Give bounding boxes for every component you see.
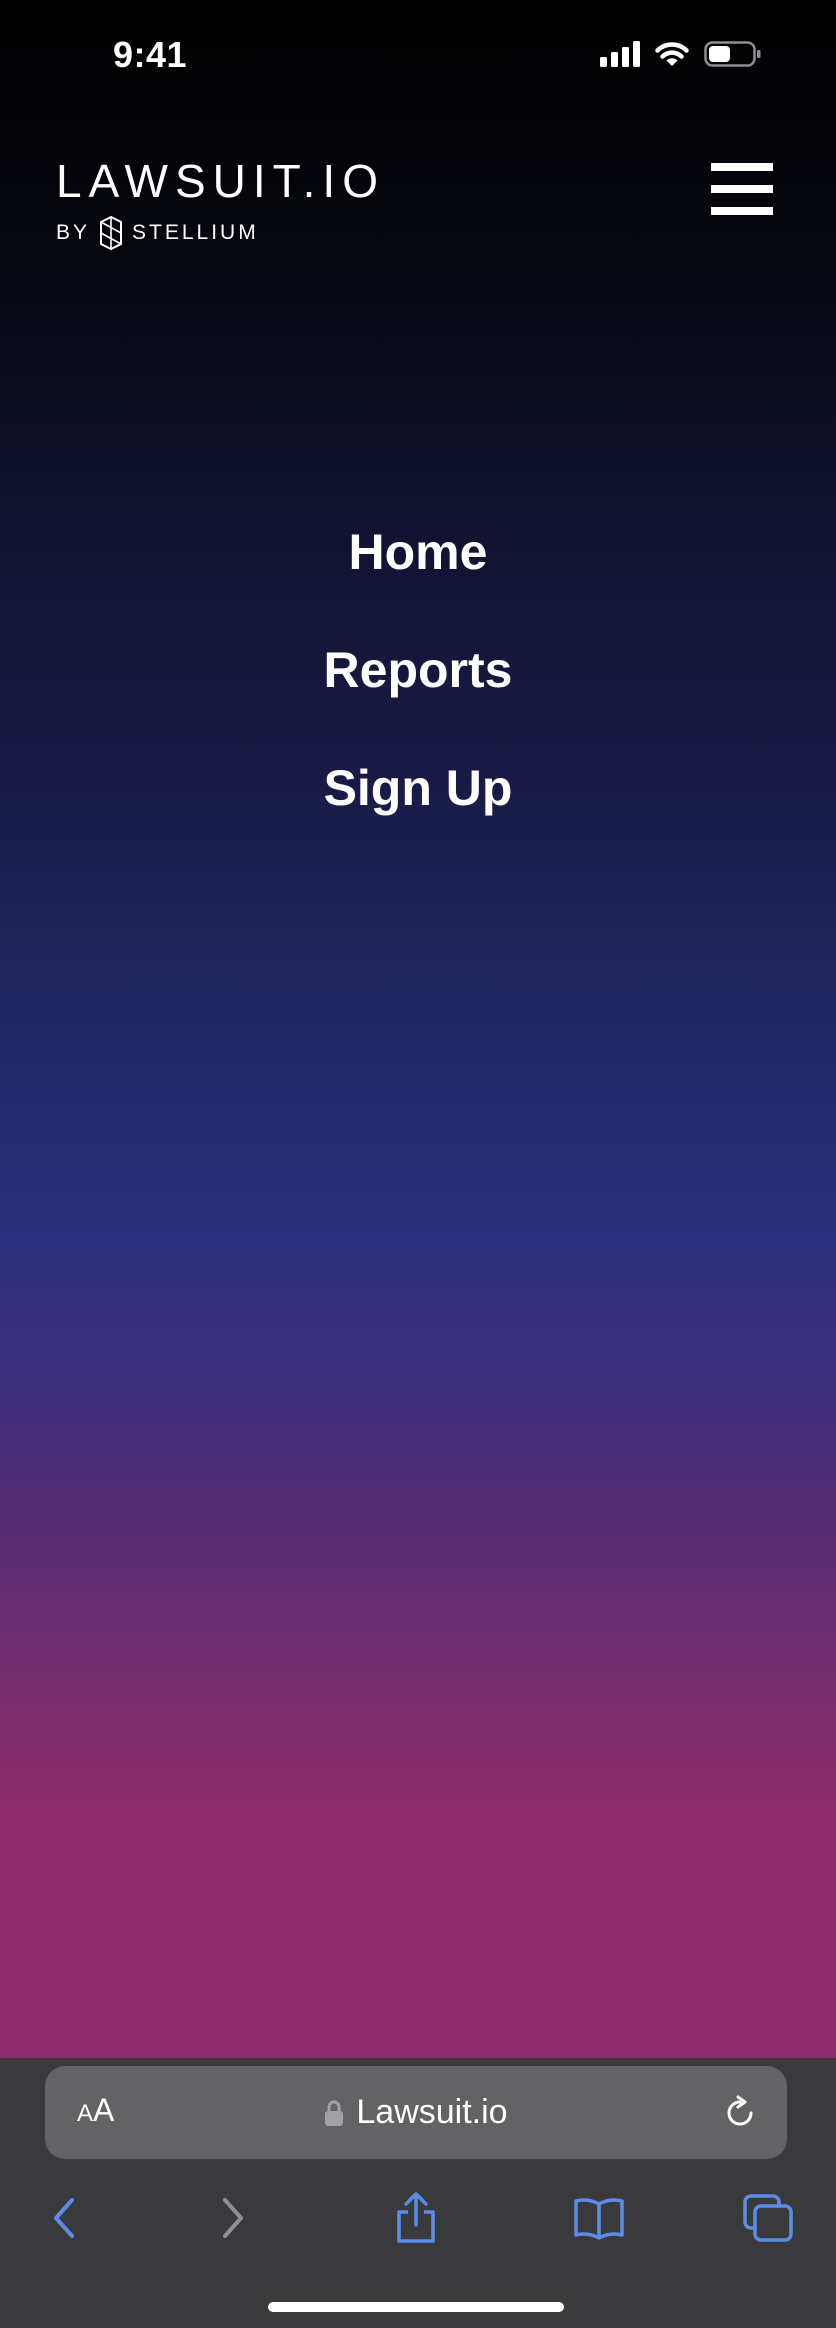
url-text: Lawsuit.io [356,2093,508,2131]
forward-icon [223,2198,243,2238]
battery-icon [704,41,761,67]
nav-link-reports[interactable]: Reports [0,618,836,736]
app-screen: 9:41 LAWSUIT.IO BY STELLIUM Home Reports… [0,0,836,2058]
logo-subtitle: BY STELLIUM [56,215,385,251]
status-time: 9:41 [113,34,188,75]
browser-chrome: AA Lawsuit.io [0,2058,836,2328]
browser-toolbar [0,2188,836,2268]
nav-link-home[interactable]: Home [0,500,836,618]
main-navigation: Home Reports Sign Up [0,500,836,854]
site-logo[interactable]: LAWSUIT.IO BY STELLIUM [56,155,385,251]
hamburger-menu-icon[interactable] [711,163,773,215]
wifi-icon [655,42,689,66]
back-button[interactable] [35,2188,95,2248]
url-display: Lawsuit.io [45,2066,787,2159]
status-icons [600,40,762,68]
share-button[interactable] [386,2188,446,2248]
logo-title: LAWSUIT.IO [56,155,385,207]
reload-icon[interactable] [721,2094,759,2132]
cellular-signal-icon [600,41,640,67]
address-bar[interactable]: AA Lawsuit.io [45,2066,787,2159]
forward-button[interactable] [202,2188,262,2248]
lock-icon [325,2100,344,2126]
tabs-icon [743,2194,793,2242]
logo-by: BY [56,221,91,244]
bookmarks-icon [574,2198,624,2240]
home-indicator[interactable] [268,2302,564,2312]
status-bar: 9:41 [0,0,836,120]
stellium-logo-icon [100,215,123,251]
bookmarks-button[interactable] [569,2188,629,2248]
nav-link-sign-up[interactable]: Sign Up [0,736,836,854]
back-icon [54,2198,74,2238]
tabs-button[interactable] [738,2188,798,2248]
share-icon [397,2192,435,2243]
logo-company: STELLIUM [132,221,259,244]
